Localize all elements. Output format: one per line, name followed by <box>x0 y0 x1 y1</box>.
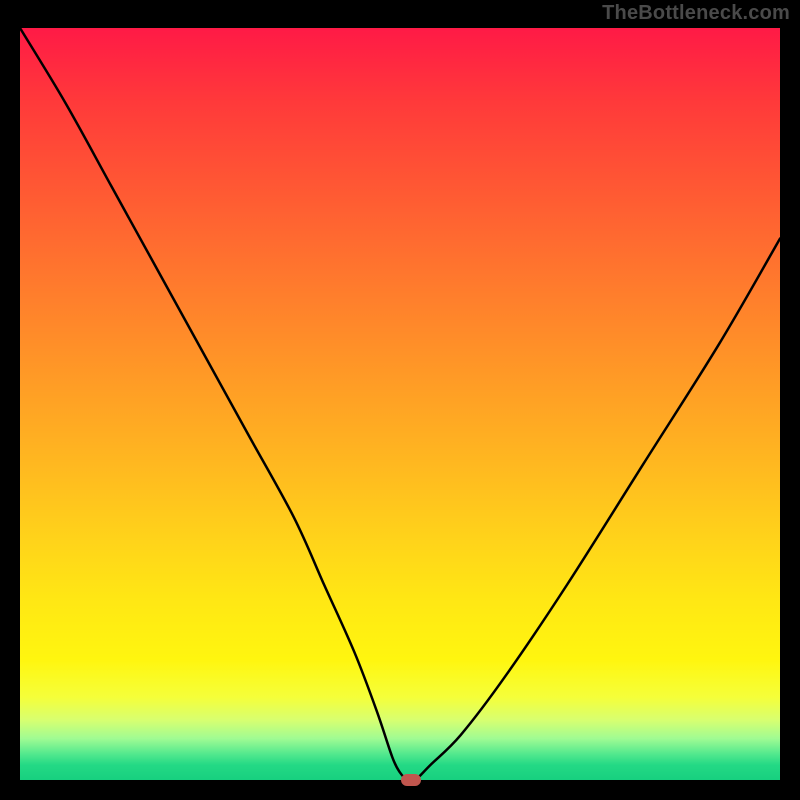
chart-frame: TheBottleneck.com <box>0 0 800 800</box>
watermark-text: TheBottleneck.com <box>602 2 790 25</box>
optimum-marker <box>401 774 421 786</box>
plot-area <box>20 28 780 780</box>
bottleneck-curve <box>20 28 780 780</box>
